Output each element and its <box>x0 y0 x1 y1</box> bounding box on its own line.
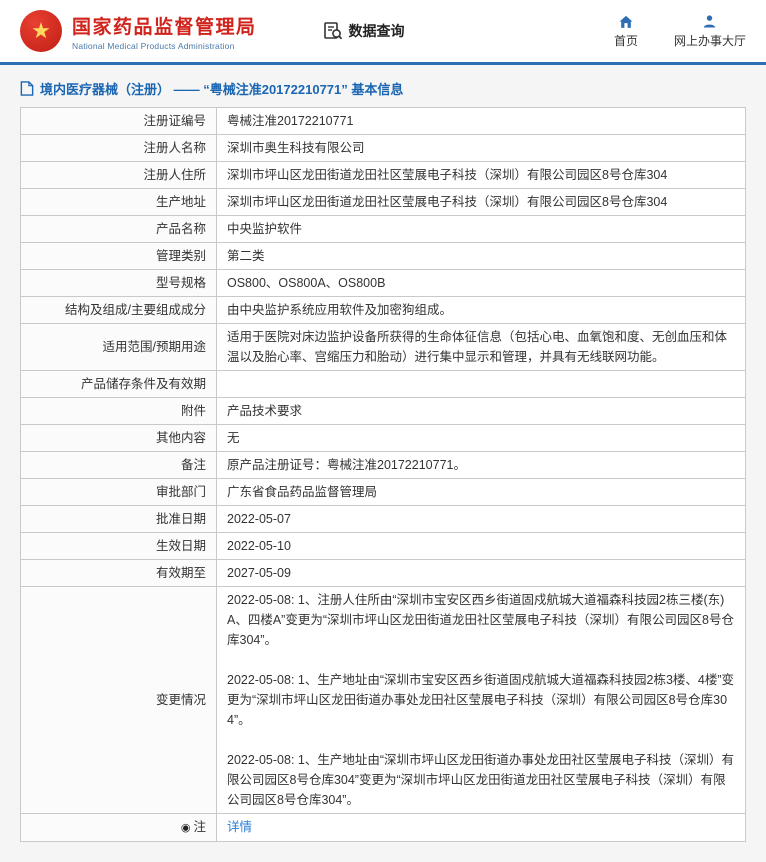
row-label: 备注 <box>21 452 217 479</box>
row-label: 注册人名称 <box>21 135 217 162</box>
row-value: 无 <box>217 425 746 452</box>
nav-data-query[interactable]: 数据查询 <box>323 21 405 41</box>
table-row: 产品名称 中央监护软件 <box>21 216 746 243</box>
row-label: 产品名称 <box>21 216 217 243</box>
row-value: 由中央监护系统应用软件及加密狗组成。 <box>217 297 746 324</box>
table-row: 注册人住所 深圳市坪山区龙田街道龙田社区莹展电子科技（深圳）有限公司园区8号仓库… <box>21 162 746 189</box>
row-value: 深圳市坪山区龙田街道龙田社区莹展电子科技（深圳）有限公司园区8号仓库304 <box>217 162 746 189</box>
table-row: 审批部门 广东省食品药品监督管理局 <box>21 479 746 506</box>
row-label: 附件 <box>21 398 217 425</box>
table-row: 生效日期 2022-05-10 <box>21 533 746 560</box>
national-emblem-icon: ★ <box>20 10 62 52</box>
registration-info-table: 注册证编号 粤械注准20172210771 注册人名称 深圳市奥生科技有限公司 … <box>20 107 746 842</box>
breadcrumb: 境内医疗器械（注册） —— “粤械注准20172210771” 基本信息 <box>20 79 746 98</box>
table-row: 生产地址 深圳市坪山区龙田街道龙田社区莹展电子科技（深圳）有限公司园区8号仓库3… <box>21 189 746 216</box>
row-label: 审批部门 <box>21 479 217 506</box>
row-label: 生产地址 <box>21 189 217 216</box>
table-row: 产品储存条件及有效期 <box>21 371 746 398</box>
row-label: 管理类别 <box>21 243 217 270</box>
row-value: OS800、OS800A、OS800B <box>217 270 746 297</box>
data-query-icon <box>323 21 349 41</box>
row-label: 批准日期 <box>21 506 217 533</box>
row-label: 有效期至 <box>21 560 217 587</box>
row-value: 深圳市奥生科技有限公司 <box>217 135 746 162</box>
breadcrumb-text: 境内医疗器械（注册） —— “粤械注准20172210771” 基本信息 <box>40 79 403 98</box>
row-value: 产品技术要求 <box>217 398 746 425</box>
table-row: 适用范围/预期用途 适用于医院对床边监护设备所获得的生命体征信息（包括心电、血氧… <box>21 324 746 371</box>
row-label: 变更情况 <box>21 587 217 814</box>
note-label-cell: ◉注 <box>21 814 217 842</box>
page-header: ★ 国家药品监督管理局 National Medical Products Ad… <box>0 0 766 62</box>
table-row: 备注 原产品注册证号：粤械注准20172210771。 <box>21 452 746 479</box>
row-label: 适用范围/预期用途 <box>21 324 217 371</box>
row-value: 第二类 <box>217 243 746 270</box>
home-icon <box>618 14 634 32</box>
table-row: 附件 产品技术要求 <box>21 398 746 425</box>
row-value <box>217 371 746 398</box>
row-label: 其他内容 <box>21 425 217 452</box>
org-title-block: 国家药品监督管理局 National Medical Products Admi… <box>72 12 257 51</box>
row-value-change-history: 2022-05-08: 1、注册人住所由“深圳市宝安区西乡街道固戍航城大道福森科… <box>217 587 746 814</box>
table-row: 有效期至 2027-05-09 <box>21 560 746 587</box>
row-label: 型号规格 <box>21 270 217 297</box>
org-name-cn: 国家药品监督管理局 <box>72 12 257 39</box>
nav-online-hall[interactable]: 网上办事大厅 <box>674 14 746 49</box>
row-value: 适用于医院对床边监护设备所获得的生命体征信息（包括心电、血氧饱和度、无创血压和体… <box>217 324 746 371</box>
org-name-en: National Medical Products Administration <box>72 41 257 51</box>
data-query-label: 数据查询 <box>349 21 405 41</box>
table-row-note: ◉注 详情 <box>21 814 746 842</box>
note-value-cell: 详情 <box>217 814 746 842</box>
document-icon <box>20 81 40 96</box>
home-label: 首页 <box>614 32 638 49</box>
detail-link[interactable]: 详情 <box>227 820 252 834</box>
row-value: 2027-05-09 <box>217 560 746 587</box>
table-row: 型号规格 OS800、OS800A、OS800B <box>21 270 746 297</box>
row-value: 广东省食品药品监督管理局 <box>217 479 746 506</box>
table-row: 管理类别 第二类 <box>21 243 746 270</box>
row-label: 产品储存条件及有效期 <box>21 371 217 398</box>
row-value: 深圳市坪山区龙田街道龙田社区莹展电子科技（深圳）有限公司园区8号仓库304 <box>217 189 746 216</box>
table-row: 注册证编号 粤械注准20172210771 <box>21 108 746 135</box>
table-row: 其他内容 无 <box>21 425 746 452</box>
row-label: 生效日期 <box>21 533 217 560</box>
row-label: 注册证编号 <box>21 108 217 135</box>
row-value: 2022-05-07 <box>217 506 746 533</box>
main-content: 境内医疗器械（注册） —— “粤械注准20172210771” 基本信息 注册证… <box>0 65 766 862</box>
row-value: 中央监护软件 <box>217 216 746 243</box>
table-row: 批准日期 2022-05-07 <box>21 506 746 533</box>
person-icon <box>702 14 717 32</box>
online-hall-label: 网上办事大厅 <box>674 32 746 49</box>
table-row: 注册人名称 深圳市奥生科技有限公司 <box>21 135 746 162</box>
row-value: 2022-05-10 <box>217 533 746 560</box>
table-row: 结构及组成/主要组成成分 由中央监护系统应用软件及加密狗组成。 <box>21 297 746 324</box>
note-bullseye-icon: ◉ <box>181 822 191 834</box>
table-row: 变更情况 2022-05-08: 1、注册人住所由“深圳市宝安区西乡街道固戍航城… <box>21 587 746 814</box>
row-value: 原产品注册证号：粤械注准20172210771。 <box>217 452 746 479</box>
row-label: 结构及组成/主要组成成分 <box>21 297 217 324</box>
row-label: 注册人住所 <box>21 162 217 189</box>
note-label: 注 <box>193 820 206 834</box>
row-value: 粤械注准20172210771 <box>217 108 746 135</box>
nav-home[interactable]: 首页 <box>614 14 638 49</box>
